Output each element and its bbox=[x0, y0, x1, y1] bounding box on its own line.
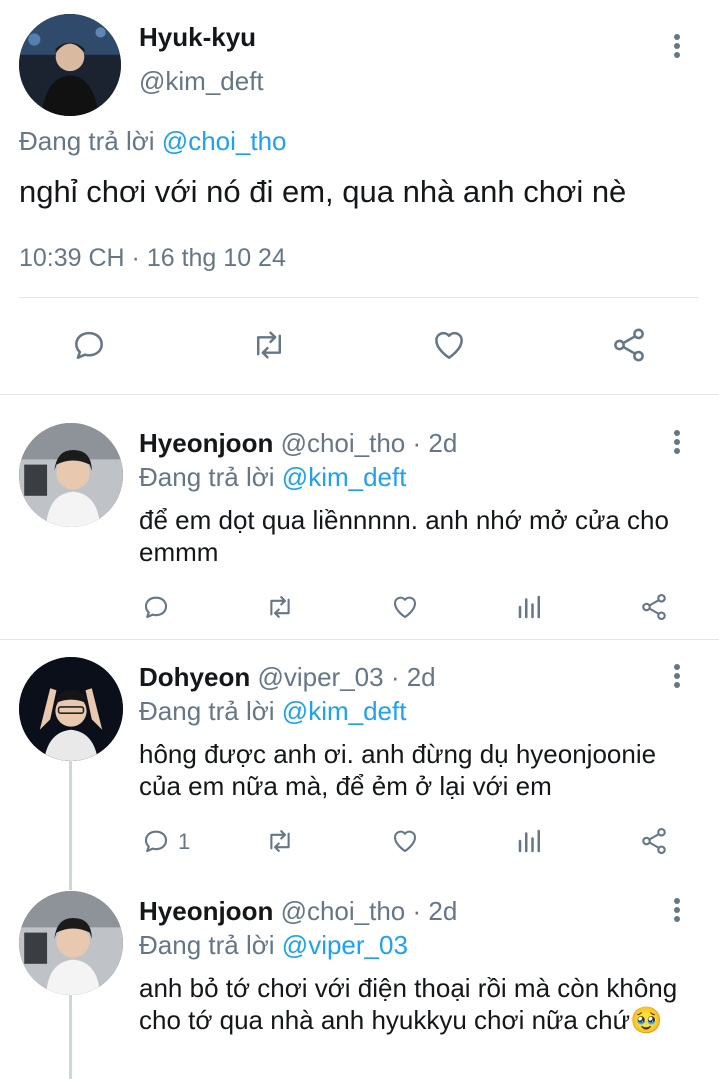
thread-line bbox=[69, 995, 72, 1079]
main-tweet: Hyuk-kyu @kim_deft Đang trả lời @choi_th… bbox=[0, 0, 719, 395]
reply-text: anh bỏ tớ chơi với điện thoại rồi mà còn… bbox=[139, 973, 678, 1035]
retweet-icon[interactable] bbox=[249, 326, 289, 364]
avatar[interactable] bbox=[19, 657, 123, 761]
share-icon[interactable] bbox=[609, 326, 649, 364]
replying-to-label: Đang trả lời bbox=[139, 696, 275, 726]
reply-count: 1 bbox=[178, 829, 191, 854]
author-handle[interactable]: @choi_tho · 2d bbox=[281, 896, 458, 926]
replying-to-handle[interactable]: @viper_03 bbox=[282, 930, 408, 960]
author-name[interactable]: Dohyeon bbox=[139, 662, 250, 692]
avatar[interactable] bbox=[19, 423, 123, 527]
retweet-icon[interactable] bbox=[264, 826, 296, 856]
replying-to-label: Đang trả lời bbox=[139, 930, 275, 960]
more-options-icon[interactable] bbox=[671, 898, 683, 928]
tweet-timestamp[interactable]: 10:39 CH · 16 thg 10 24 bbox=[19, 244, 286, 273]
author-name[interactable]: Hyeonjoon bbox=[139, 428, 273, 458]
more-options-icon[interactable] bbox=[671, 664, 683, 694]
reply-header: Hyeonjoon @choi_tho · 2d bbox=[139, 428, 457, 459]
reply-header: Dohyeon @viper_03 · 2d bbox=[139, 662, 436, 693]
reply-icon[interactable] bbox=[70, 326, 108, 364]
reply-text: để em dọt qua liềnnnnn. anh nhớ mở cửa c… bbox=[139, 505, 669, 567]
replying-to: Đang trả lời @kim_deft bbox=[139, 462, 406, 493]
share-icon[interactable] bbox=[638, 592, 670, 622]
reply-icon[interactable] bbox=[141, 592, 171, 622]
analytics-icon[interactable] bbox=[515, 592, 545, 622]
replying-to-handle[interactable]: @kim_deft bbox=[282, 462, 407, 492]
reply-header: Hyeonjoon @choi_tho · 2d bbox=[139, 896, 457, 927]
thread-line bbox=[69, 760, 72, 890]
divider bbox=[19, 297, 699, 298]
reply-icon[interactable] bbox=[141, 826, 171, 856]
replying-to: Đang trả lời @kim_deft bbox=[139, 696, 406, 727]
like-icon[interactable] bbox=[429, 326, 469, 364]
reply-text: hông được anh ơi. anh đừng dụ hyeonjooni… bbox=[139, 739, 657, 801]
author-name[interactable]: Hyuk-kyu bbox=[139, 22, 256, 53]
avatar[interactable] bbox=[19, 891, 123, 995]
replying-to-handle[interactable]: @kim_deft bbox=[282, 696, 407, 726]
replying-to-label: Đang trả lời bbox=[139, 462, 275, 492]
avatar[interactable] bbox=[19, 14, 121, 116]
like-icon[interactable] bbox=[389, 592, 421, 622]
author-handle[interactable]: @viper_03 · 2d bbox=[257, 662, 435, 692]
replying-to: Đang trả lời @choi_tho bbox=[19, 126, 287, 157]
divider bbox=[0, 639, 719, 640]
retweet-icon[interactable] bbox=[264, 592, 296, 622]
tweet-text: nghỉ chơi với nó đi em, qua nhà anh chơi… bbox=[19, 174, 627, 209]
more-options-icon[interactable] bbox=[671, 430, 683, 460]
author-handle[interactable]: @kim_deft bbox=[139, 66, 264, 97]
replying-to: Đang trả lời @viper_03 bbox=[139, 930, 408, 961]
like-icon[interactable] bbox=[389, 826, 421, 856]
more-options-icon[interactable] bbox=[671, 34, 683, 64]
share-icon[interactable] bbox=[638, 826, 670, 856]
analytics-icon[interactable] bbox=[515, 826, 545, 856]
divider bbox=[0, 394, 719, 395]
replying-to-handle[interactable]: @choi_tho bbox=[162, 126, 287, 156]
author-handle[interactable]: @choi_tho · 2d bbox=[281, 428, 458, 458]
author-name[interactable]: Hyeonjoon bbox=[139, 896, 273, 926]
replying-to-label: Đang trả lời bbox=[19, 126, 155, 156]
